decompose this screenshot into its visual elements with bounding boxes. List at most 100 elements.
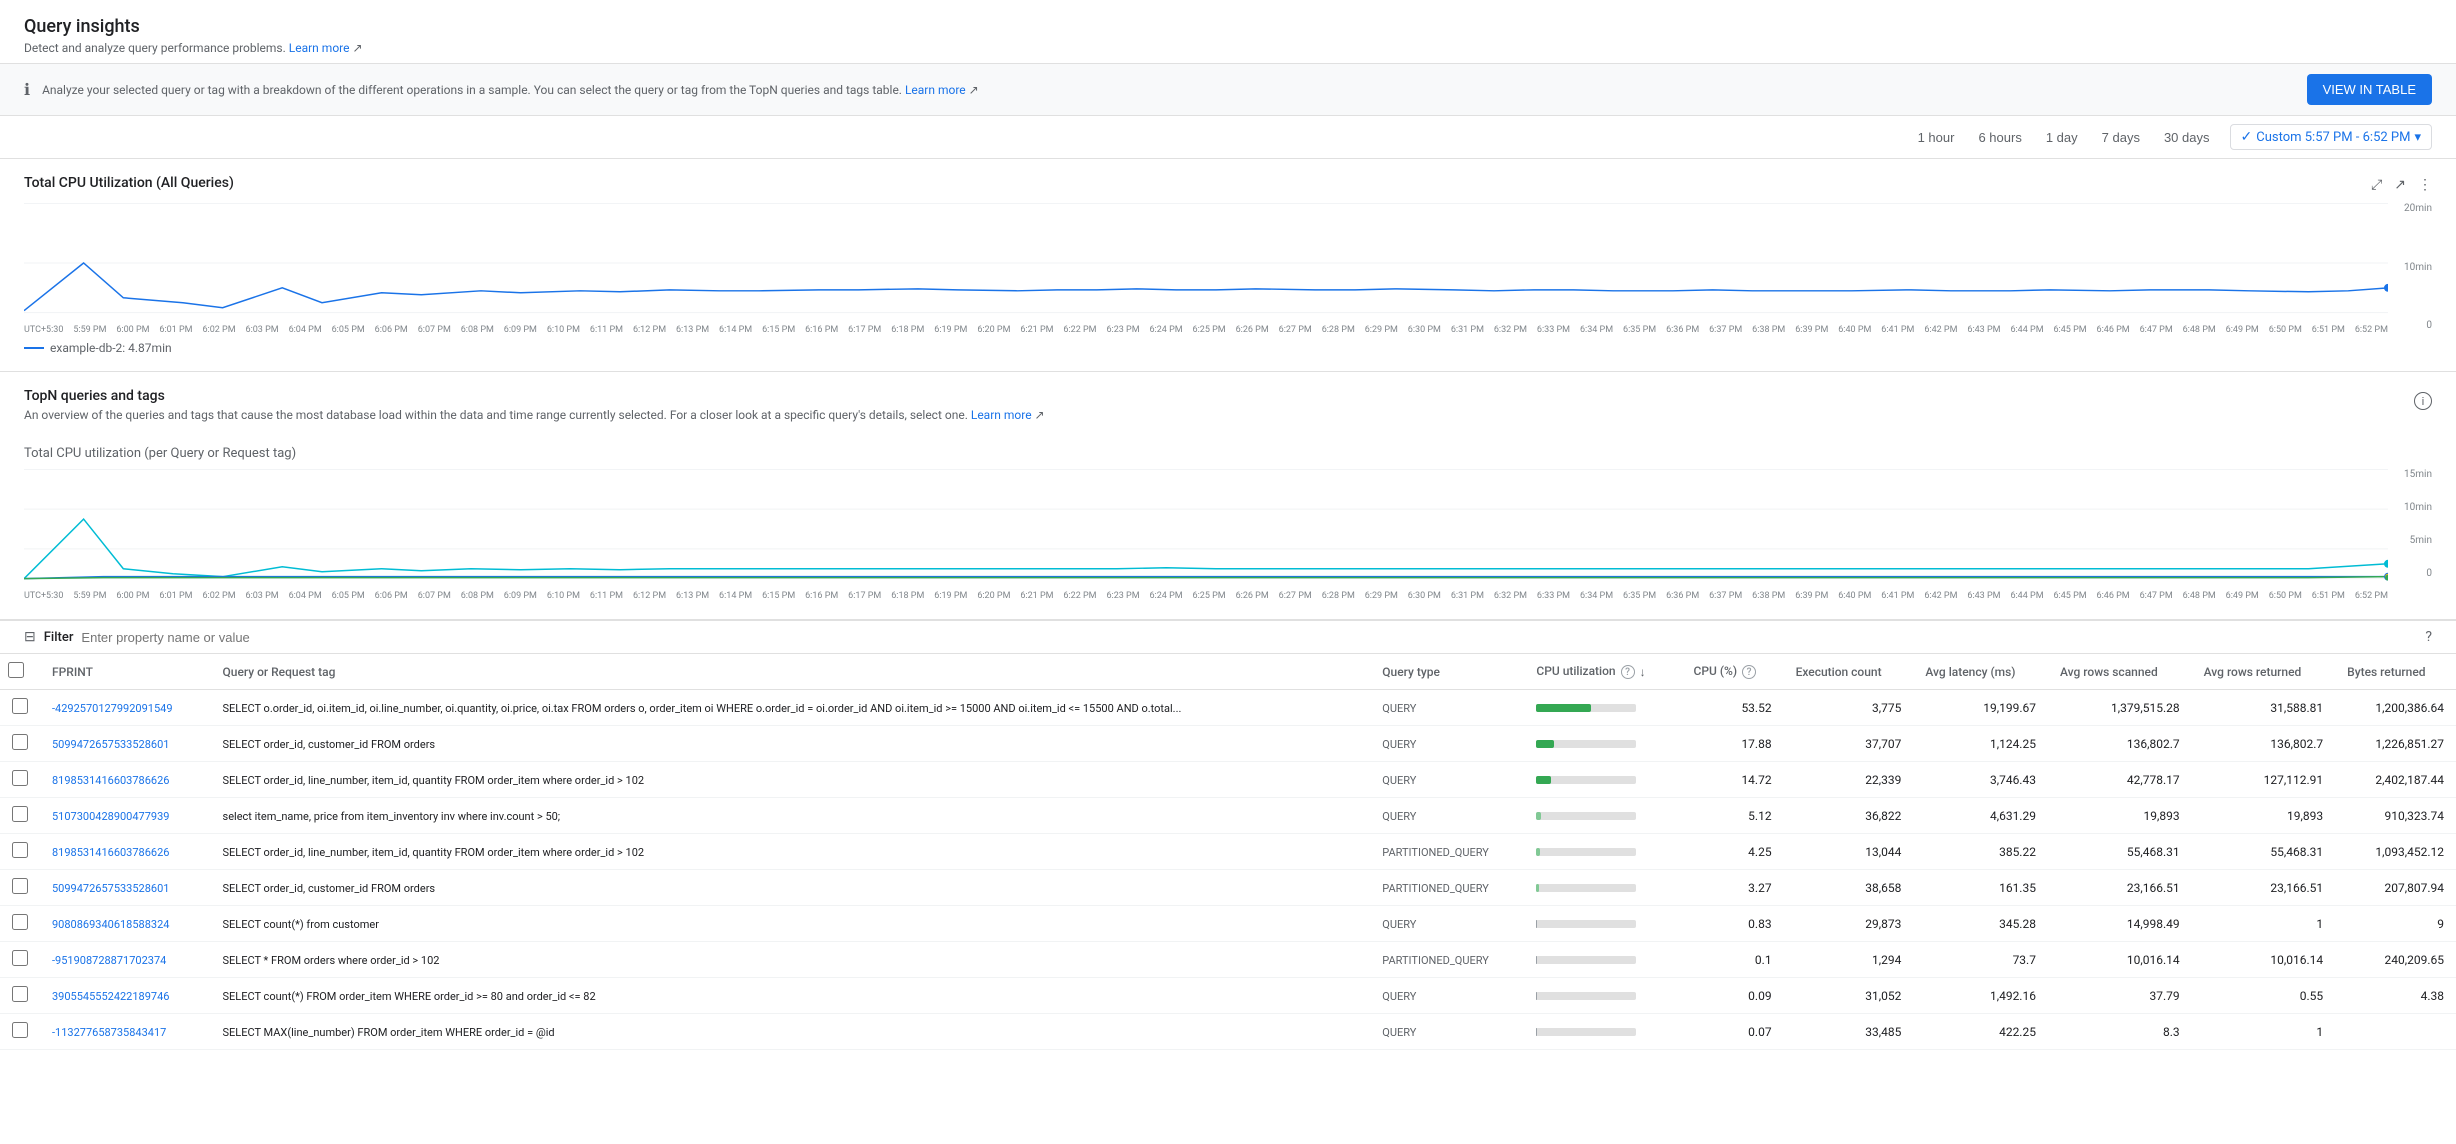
cpu-util-cell-5: [1524, 870, 1681, 906]
view-in-table-button[interactable]: VIEW IN TABLE: [2307, 74, 2432, 105]
chart-more-icon[interactable]: ⋮: [2418, 177, 2432, 193]
x-label-602: 6:02 PM: [202, 325, 235, 335]
fprint-link-2[interactable]: 8198531416603786626: [52, 774, 169, 787]
row-checkbox-0[interactable]: [12, 698, 28, 714]
topn-info-icon[interactable]: i: [2414, 392, 2432, 410]
fprint-link-8[interactable]: 3905545552422189746: [52, 990, 169, 1003]
x-label-632: 6:32 PM: [1494, 325, 1527, 335]
row-checkbox-9[interactable]: [12, 1022, 28, 1038]
x-label-652: 6:52 PM: [2355, 325, 2388, 335]
cpu-pct-cell-3: 5.12: [1682, 798, 1784, 834]
table-row[interactable]: 8198531416603786626 SELECT order_id, lin…: [0, 762, 2456, 798]
fprint-cell-2: 8198531416603786626: [40, 762, 211, 798]
col-cpu-util: CPU utilization ? ↓: [1524, 654, 1681, 690]
cpu-pct-cell-5: 3.27: [1682, 870, 1784, 906]
topn-title: TopN queries and tags: [24, 388, 1045, 404]
time-btn-6hours[interactable]: 6 hours: [1974, 126, 2025, 149]
row-checkbox-3[interactable]: [12, 806, 28, 822]
cpu-bar-3: [1536, 812, 1541, 820]
row-checkbox-4[interactable]: [12, 842, 28, 858]
time-btn-1day[interactable]: 1 day: [2042, 126, 2082, 149]
fprint-link-0[interactable]: -4292570127992091549: [52, 702, 173, 715]
x-label-629: 6:29 PM: [1365, 325, 1398, 335]
fprint-cell-0: -4292570127992091549: [40, 690, 211, 726]
avg-latency-cell-3: 4,631.29: [1913, 798, 2048, 834]
row-checkbox-8[interactable]: [12, 986, 28, 1002]
row-checkbox-cell-1: [0, 726, 40, 762]
row-checkbox-1[interactable]: [12, 734, 28, 750]
avg-latency-cell-9: 422.25: [1913, 1014, 2048, 1050]
fprint-link-4[interactable]: 8198531416603786626: [52, 846, 169, 859]
y-label-10min: 10min: [2404, 262, 2432, 273]
avg-latency-cell-4: 385.22: [1913, 834, 2048, 870]
row-checkbox-6[interactable]: [12, 914, 28, 930]
avg-latency-cell-2: 3,746.43: [1913, 762, 2048, 798]
row-checkbox-7[interactable]: [12, 950, 28, 966]
avg-latency-cell-6: 345.28: [1913, 906, 2048, 942]
x-label-627: 6:27 PM: [1279, 325, 1312, 335]
fprint-link-7[interactable]: -951908728871702374: [52, 954, 166, 967]
avg-rows-scanned-cell-3: 19,893: [2048, 798, 2192, 834]
bytes-returned-cell-8: 4.38: [2335, 978, 2456, 1014]
select-all-checkbox[interactable]: [8, 662, 24, 678]
query-text-0: SELECT o.order_id, oi.item_id, oi.line_n…: [223, 702, 1182, 715]
avg-rows-returned-cell-6: 1: [2192, 906, 2336, 942]
cpu-bar-container-6: [1536, 920, 1636, 928]
cpu-bar-container-0: [1536, 704, 1636, 712]
time-btn-7days[interactable]: 7 days: [2098, 126, 2144, 149]
fprint-link-3[interactable]: 5107300428900477939: [52, 810, 169, 823]
fprint-cell-4: 8198531416603786626: [40, 834, 211, 870]
table-row[interactable]: -951908728871702374 SELECT * FROM orders…: [0, 942, 2456, 978]
table-row[interactable]: 5099472657533528601 SELECT order_id, cus…: [0, 870, 2456, 906]
query-type-cell-0: QUERY: [1370, 690, 1524, 726]
topn-learn-more[interactable]: Learn more: [971, 408, 1032, 422]
topn-x-utc: UTC+5:30: [24, 591, 63, 601]
x-label-617: 6:17 PM: [848, 325, 881, 335]
fprint-link-6[interactable]: 9080869340618588324: [52, 918, 169, 931]
time-btn-1hour[interactable]: 1 hour: [1914, 126, 1959, 149]
query-cell-1: SELECT order_id, customer_id FROM orders: [211, 726, 1371, 762]
topn-x-559: 5:59 PM: [73, 591, 106, 601]
table-row[interactable]: -4292570127992091549 SELECT o.order_id, …: [0, 690, 2456, 726]
table-row[interactable]: 3905545552422189746 SELECT count(*) FROM…: [0, 978, 2456, 1014]
banner-learn-more-link[interactable]: Learn more: [905, 83, 966, 97]
table-row[interactable]: 9080869340618588324 SELECT count(*) from…: [0, 906, 2456, 942]
cpu-pct-help-icon[interactable]: ?: [1742, 665, 1756, 679]
avg-rows-returned-cell-2: 127,112.91: [2192, 762, 2336, 798]
chart-download-icon[interactable]: ↗: [2394, 177, 2406, 193]
cpu-bar-container-3: [1536, 812, 1636, 820]
table-row[interactable]: 5099472657533528601 SELECT order_id, cus…: [0, 726, 2456, 762]
cpu-pct-cell-1: 17.88: [1682, 726, 1784, 762]
queries-table: FPRINT Query or Request tag Query type C…: [0, 654, 2456, 1050]
cpu-util-cell-2: [1524, 762, 1681, 798]
table-row[interactable]: 8198531416603786626 SELECT order_id, lin…: [0, 834, 2456, 870]
col-avg-rows-scanned: Avg rows scanned: [2048, 654, 2192, 690]
learn-more-link-1[interactable]: Learn more: [289, 41, 350, 55]
table-row[interactable]: -113277658735843417 SELECT MAX(line_numb…: [0, 1014, 2456, 1050]
col-avg-latency: Avg latency (ms): [1913, 654, 2048, 690]
x-label-631: 6:31 PM: [1451, 325, 1484, 335]
x-label-614: 6:14 PM: [719, 325, 752, 335]
fprint-link-1[interactable]: 5099472657533528601: [52, 738, 169, 751]
time-selector: 1 hour 6 hours 1 day 7 days 30 days ✓ Cu…: [0, 116, 2456, 159]
chart-expand-icon[interactable]: ⤢: [2371, 177, 2382, 193]
cpu-sort-icon[interactable]: ↓: [1640, 665, 1646, 679]
time-custom-selector[interactable]: ✓ Custom 5:57 PM - 6:52 PM ▾: [2230, 124, 2433, 150]
cpu-bar-1: [1536, 740, 1554, 748]
row-checkbox-2[interactable]: [12, 770, 28, 786]
topn-section: TopN queries and tags An overview of the…: [0, 372, 2456, 619]
time-btn-30days[interactable]: 30 days: [2160, 126, 2214, 149]
row-checkbox-cell-5: [0, 870, 40, 906]
table-row[interactable]: 5107300428900477939 select item_name, pr…: [0, 798, 2456, 834]
x-label-612: 6:12 PM: [633, 325, 666, 335]
bytes-returned-cell-9: [2335, 1014, 2456, 1050]
row-checkbox-5[interactable]: [12, 878, 28, 894]
cpu-util-help-icon[interactable]: ?: [1621, 665, 1635, 679]
filter-help-icon[interactable]: ?: [2425, 629, 2432, 645]
avg-rows-returned-cell-3: 19,893: [2192, 798, 2336, 834]
fprint-link-9[interactable]: -113277658735843417: [52, 1026, 166, 1039]
filter-input[interactable]: [81, 630, 2417, 645]
row-checkbox-cell-6: [0, 906, 40, 942]
fprint-link-5[interactable]: 5099472657533528601: [52, 882, 169, 895]
cpu-utilization-chart: [24, 203, 2388, 323]
